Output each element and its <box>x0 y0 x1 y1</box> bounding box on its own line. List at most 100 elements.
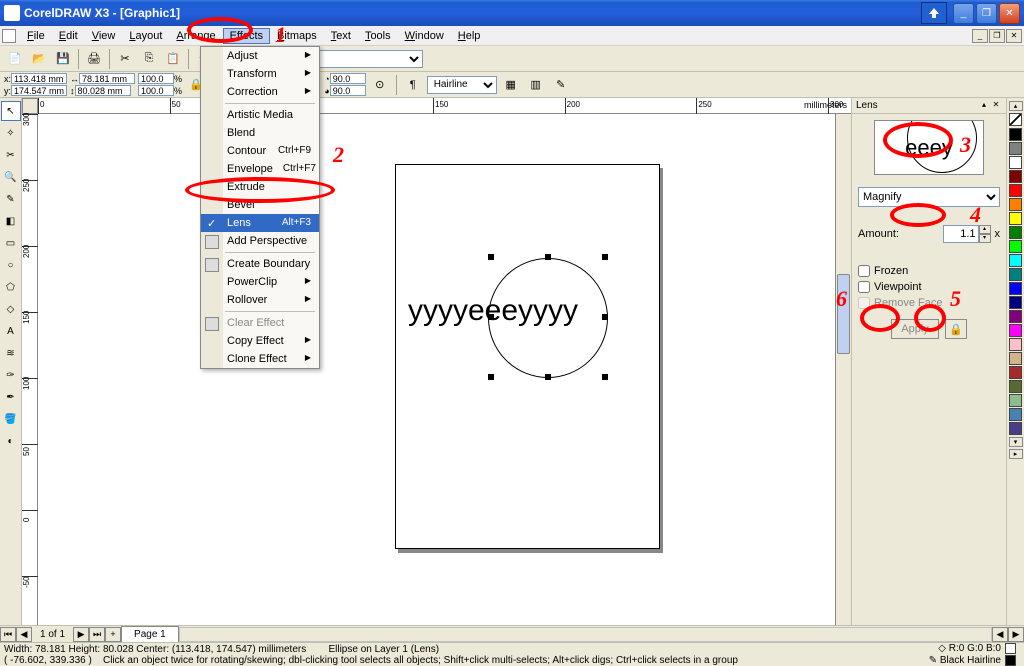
interactive-blend-tool[interactable]: ≋ <box>1 343 21 363</box>
effects-menu-rollover[interactable]: Rollover▶ <box>201 291 319 309</box>
wrap-text[interactable]: ¶ <box>402 74 424 96</box>
effects-menu-contour[interactable]: ContourCtrl+F9 <box>201 142 319 160</box>
save-button[interactable]: 💾 <box>52 48 74 70</box>
effects-menu-powerclip[interactable]: PowerClip▶ <box>201 273 319 291</box>
page-next[interactable]: ▶ <box>73 627 89 642</box>
effects-menu-blend[interactable]: Blend <box>201 124 319 142</box>
menu-arrange[interactable]: Arrange <box>169 28 222 44</box>
ruler-origin[interactable] <box>22 98 38 114</box>
selection-handle[interactable] <box>488 254 494 260</box>
paste-button[interactable]: 📋 <box>162 48 184 70</box>
swatch[interactable] <box>1009 380 1022 393</box>
amount-field[interactable] <box>943 225 979 243</box>
crop-tool[interactable]: ✂ <box>1 145 21 165</box>
selection-handle[interactable] <box>488 314 494 320</box>
lens-ellipse[interactable] <box>488 258 608 378</box>
menu-layout[interactable]: Layout <box>122 28 169 44</box>
scrollbar-thumb[interactable] <box>837 274 850 354</box>
menu-effects[interactable]: Effects <box>223 28 270 44</box>
effects-menu-copy-effect[interactable]: Copy Effect▶ <box>201 332 319 350</box>
swatch[interactable] <box>1009 268 1022 281</box>
arc-toggle[interactable]: ⊙ <box>369 74 391 96</box>
menu-file[interactable]: File <box>20 28 52 44</box>
selection-handle[interactable] <box>602 254 608 260</box>
selection-handle[interactable] <box>545 374 551 380</box>
page-add[interactable]: + <box>105 627 121 642</box>
interactive-fill-tool[interactable]: ◐ <box>1 431 21 451</box>
zoom-select[interactable] <box>303 50 423 68</box>
update-button[interactable] <box>921 2 947 24</box>
viewpoint-checkbox[interactable] <box>858 281 870 293</box>
effects-menu-transform[interactable]: Transform▶ <box>201 65 319 83</box>
page-first[interactable]: ⏮ <box>0 627 16 642</box>
mdi-icon[interactable] <box>2 29 16 43</box>
palette-down[interactable]: ▾ <box>1009 437 1023 447</box>
arc-start[interactable] <box>330 73 366 84</box>
swatch[interactable] <box>1009 408 1022 421</box>
open-button[interactable]: 📂 <box>28 48 50 70</box>
scrollbar-vertical[interactable] <box>835 114 851 625</box>
swatch[interactable] <box>1009 324 1022 337</box>
swatch[interactable] <box>1009 128 1022 141</box>
swatch[interactable] <box>1009 366 1022 379</box>
effects-menu-create-boundary[interactable]: Create Boundary <box>201 255 319 273</box>
swatch[interactable] <box>1009 240 1022 253</box>
scale-y[interactable] <box>138 85 174 96</box>
mdi-close[interactable]: ✕ <box>1006 29 1022 43</box>
effects-menu-lens[interactable]: ✓LensAlt+F3 <box>201 214 319 232</box>
arc-end[interactable] <box>330 85 366 96</box>
swatch[interactable] <box>1009 254 1022 267</box>
effects-menu-artistic-media[interactable]: Artistic Media <box>201 106 319 124</box>
selection-handle[interactable] <box>602 314 608 320</box>
fill-tool[interactable]: 🪣 <box>1 409 21 429</box>
effects-menu-envelope[interactable]: EnvelopeCtrl+F7 <box>201 160 319 178</box>
swatch[interactable] <box>1009 184 1022 197</box>
scroll-left[interactable]: ◀ <box>992 627 1008 642</box>
to-back[interactable]: ▥ <box>525 74 547 96</box>
to-front[interactable]: ▦ <box>500 74 522 96</box>
swatch[interactable] <box>1009 310 1022 323</box>
page-last[interactable]: ⏭ <box>89 627 105 642</box>
page-prev[interactable]: ◀ <box>16 627 32 642</box>
outline-tool[interactable]: ✒ <box>1 387 21 407</box>
swatch[interactable] <box>1009 422 1022 435</box>
docker-collapse[interactable]: ▴ <box>978 100 990 112</box>
cut-button[interactable]: ✂ <box>114 48 136 70</box>
selection-handle[interactable] <box>488 374 494 380</box>
scrollbar-horizontal[interactable] <box>179 627 992 642</box>
text-tool[interactable]: A <box>1 321 21 341</box>
pick-tool[interactable]: ↖ <box>1 101 21 121</box>
mdi-minimize[interactable]: _ <box>972 29 988 43</box>
swatch[interactable] <box>1009 352 1022 365</box>
menu-view[interactable]: View <box>85 28 123 44</box>
swatch[interactable] <box>1009 226 1022 239</box>
swatch[interactable] <box>1009 156 1022 169</box>
mdi-restore[interactable]: ❐ <box>989 29 1005 43</box>
swatch-none[interactable] <box>1009 113 1022 126</box>
w-field[interactable] <box>79 73 135 84</box>
effects-menu-extrude[interactable]: Extrude <box>201 178 319 196</box>
swatch[interactable] <box>1009 198 1022 211</box>
menu-tools[interactable]: Tools <box>358 28 398 44</box>
outline-width[interactable]: Hairline <box>427 76 497 94</box>
lens-type-select[interactable]: Magnify <box>858 187 1000 207</box>
new-button[interactable]: 📄 <box>4 48 26 70</box>
canvas[interactable]: yyyyeeeyyyy <box>38 114 851 625</box>
palette-up[interactable]: ▴ <box>1009 101 1023 111</box>
smart-fill-tool[interactable]: ◧ <box>1 211 21 231</box>
rectangle-tool[interactable]: ▭ <box>1 233 21 253</box>
effects-menu-bevel[interactable]: Bevel <box>201 196 319 214</box>
frozen-checkbox[interactable] <box>858 265 870 277</box>
swatch[interactable] <box>1009 296 1022 309</box>
copy-button[interactable]: ⎘ <box>138 48 160 70</box>
selection-handle[interactable] <box>602 374 608 380</box>
freehand-tool[interactable]: ✎ <box>1 189 21 209</box>
shape-tool[interactable]: ✧ <box>1 123 21 143</box>
menu-help[interactable]: Help <box>451 28 488 44</box>
scale-x[interactable] <box>138 73 174 84</box>
effects-menu-adjust[interactable]: Adjust▶ <box>201 47 319 65</box>
swatch[interactable] <box>1009 282 1022 295</box>
ruler-vertical[interactable]: 300250200150100500-50 <box>22 114 38 625</box>
convert-curves[interactable]: ✎ <box>550 74 572 96</box>
polygon-tool[interactable]: ⬠ <box>1 277 21 297</box>
